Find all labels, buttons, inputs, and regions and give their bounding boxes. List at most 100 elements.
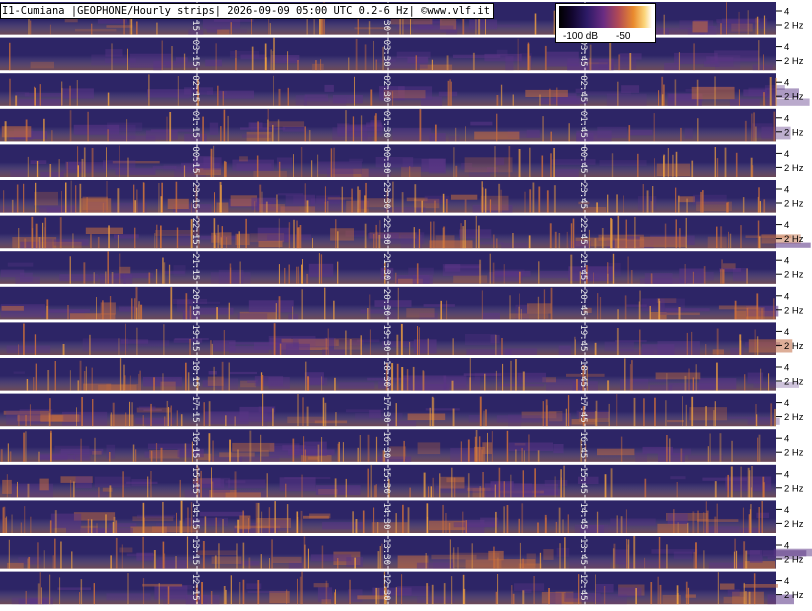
impulse-line bbox=[43, 118, 45, 142]
time-label: 12:30 bbox=[381, 574, 391, 601]
spectral-texture bbox=[615, 340, 647, 343]
impulse-line bbox=[724, 147, 727, 177]
spectral-texture bbox=[312, 63, 324, 71]
spectral-texture bbox=[465, 334, 496, 346]
impulse-line bbox=[87, 519, 90, 533]
impulse-line bbox=[234, 471, 237, 498]
impulse-line bbox=[414, 184, 417, 213]
spectral-texture bbox=[494, 157, 505, 166]
impulse-line bbox=[522, 590, 525, 605]
impulse-line bbox=[16, 184, 19, 213]
impulse-line bbox=[529, 189, 532, 213]
impulse-line bbox=[162, 373, 164, 391]
spectral-texture bbox=[466, 349, 512, 355]
frequency-tick-label: 2 Hz bbox=[784, 234, 804, 245]
time-label: 03:30 bbox=[381, 40, 391, 67]
strip-group: 04:1504:3004:4503:1503:3003:4502:1502:30… bbox=[0, 2, 812, 605]
spectral-texture bbox=[481, 312, 500, 320]
impulse-line bbox=[719, 433, 722, 462]
impulse-line bbox=[623, 195, 624, 213]
impulse-line bbox=[34, 334, 37, 355]
impulse-line bbox=[706, 510, 709, 533]
spectral-texture bbox=[387, 56, 428, 69]
impulse-line bbox=[131, 402, 133, 427]
impulse-line bbox=[70, 480, 72, 498]
impulse-line bbox=[25, 414, 27, 427]
impulse-line bbox=[464, 199, 467, 213]
impulse-line bbox=[278, 296, 281, 320]
impulse-line bbox=[269, 558, 270, 569]
spectral-texture bbox=[208, 371, 217, 375]
impulse-line bbox=[684, 375, 687, 391]
time-label: 00:30 bbox=[381, 146, 391, 173]
impulse-line bbox=[81, 158, 84, 177]
spectral-texture bbox=[248, 300, 294, 313]
spectral-texture bbox=[417, 596, 455, 603]
impulse-line bbox=[211, 467, 212, 498]
impulse-line bbox=[700, 191, 702, 213]
impulse-line bbox=[54, 538, 56, 569]
spectral-texture bbox=[136, 552, 154, 561]
spectral-texture bbox=[444, 265, 480, 269]
spectral-texture bbox=[334, 338, 362, 350]
impulse-line bbox=[121, 544, 123, 569]
impulse-line bbox=[481, 290, 483, 320]
impulse-line bbox=[54, 361, 56, 391]
impulse-line bbox=[299, 225, 302, 249]
impulse-line bbox=[755, 17, 757, 35]
spectral-texture bbox=[452, 54, 501, 59]
impulse-line bbox=[155, 269, 158, 284]
impulse-line bbox=[453, 477, 456, 498]
impulse-line bbox=[637, 153, 639, 177]
impulse-line bbox=[693, 43, 695, 71]
spectral-texture bbox=[664, 62, 680, 71]
spectral-texture bbox=[284, 477, 331, 480]
time-label: 23:15 bbox=[190, 182, 200, 209]
impulse-line bbox=[35, 223, 38, 249]
impulse-line bbox=[763, 199, 766, 213]
impulse-line bbox=[736, 550, 738, 569]
impulse-line bbox=[59, 577, 61, 605]
impulse-line bbox=[464, 220, 466, 249]
impulse-line bbox=[494, 146, 496, 177]
spectral-texture bbox=[417, 442, 441, 455]
impulse-line bbox=[81, 397, 83, 427]
impulse-line bbox=[746, 268, 748, 284]
impulse-line bbox=[286, 504, 289, 533]
impulse-line bbox=[124, 375, 126, 391]
impulse-line bbox=[594, 411, 597, 427]
impulse-line bbox=[109, 485, 112, 498]
impulse-line bbox=[276, 199, 278, 213]
impulse-line bbox=[446, 55, 449, 71]
impulse-line bbox=[288, 222, 291, 249]
impulse-line bbox=[429, 407, 431, 427]
frequency-tick-label: 4 bbox=[784, 78, 789, 89]
spectral-texture bbox=[649, 384, 673, 391]
impulse-line bbox=[354, 557, 356, 569]
impulse-line bbox=[158, 583, 160, 605]
impulse-line bbox=[27, 156, 29, 177]
impulse-line bbox=[223, 330, 225, 355]
impulse-line bbox=[373, 485, 376, 498]
impulse-line bbox=[403, 440, 405, 462]
time-label: 13:15 bbox=[190, 538, 200, 565]
strip: 20:15 20:30 20:45 bbox=[0, 286, 779, 320]
impulse-line bbox=[543, 289, 546, 320]
spectral-texture bbox=[30, 160, 47, 165]
impulse-line bbox=[472, 52, 475, 71]
impulse-line bbox=[215, 43, 217, 71]
spectral-texture bbox=[295, 95, 307, 106]
impulse-line bbox=[76, 80, 78, 106]
impulse-line bbox=[665, 400, 667, 427]
spectral-texture bbox=[239, 156, 248, 162]
impulse-line bbox=[478, 225, 480, 249]
impulse-line bbox=[379, 546, 381, 569]
impulse-line bbox=[495, 591, 497, 605]
impulse-line bbox=[654, 397, 656, 427]
spectral-texture bbox=[237, 313, 268, 320]
impulse-line bbox=[625, 219, 627, 249]
impulse-line bbox=[529, 147, 531, 177]
time-label: 15:45 bbox=[578, 467, 588, 494]
spectral-texture bbox=[651, 549, 698, 554]
impulse-line bbox=[324, 402, 327, 427]
